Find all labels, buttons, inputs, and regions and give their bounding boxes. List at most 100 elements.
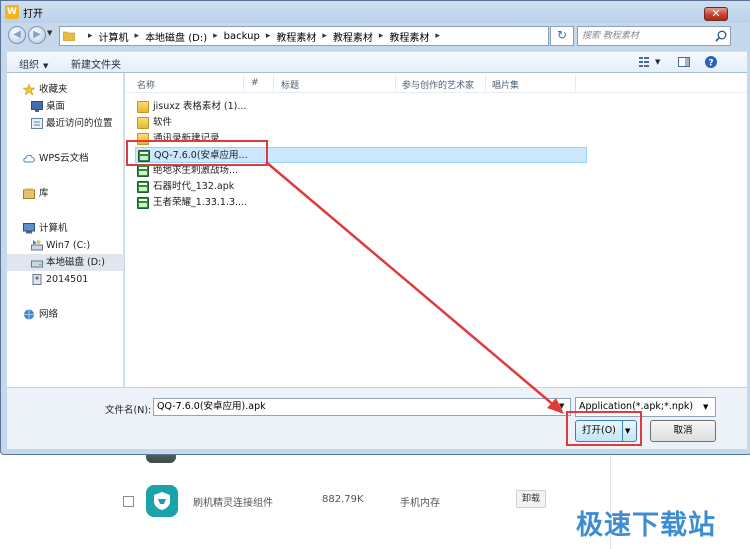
file-name: jisuxz 表格素材 (1)... — [153, 101, 247, 112]
filetype-select[interactable]: Application(*.apk;*.npk) ▼ — [575, 397, 716, 417]
breadcrumb-separator[interactable]: ▸ — [266, 31, 271, 41]
file-list-pane: 名称 # 标题 参与创作的艺术家 唱片集 jisuxz 表格素材 (1)... … — [125, 73, 747, 387]
column-artists[interactable]: 参与创作的艺术家 — [402, 78, 474, 91]
refresh-button[interactable]: ↻ — [550, 26, 574, 46]
dialog-title: 打开 — [23, 9, 43, 20]
row-checkbox[interactable] — [123, 496, 134, 507]
star-icon — [23, 84, 35, 95]
shield-app-icon — [146, 485, 178, 517]
title-bar[interactable]: W 打开 ✕ — [1, 1, 750, 23]
preview-pane-icon[interactable] — [677, 55, 691, 69]
file-name: 软件 — [153, 117, 173, 128]
filename-label: 文件名(N): — [105, 405, 152, 416]
nav-wps-cloud[interactable]: WPS云文档 — [7, 150, 124, 167]
apk-file-icon — [137, 165, 149, 177]
desktop-icon — [31, 101, 43, 112]
open-button[interactable]: 打开(O) ▼ — [575, 420, 637, 442]
help-icon[interactable]: ? — [704, 55, 718, 69]
nav-drive-d[interactable]: 本地磁盘 (D:) — [7, 254, 124, 271]
column-title[interactable]: 标题 — [281, 78, 299, 91]
column-divider[interactable] — [395, 75, 396, 91]
nav-drive-c[interactable]: Win7 (C:) — [7, 237, 124, 254]
breadcrumb: ▸ 计算机 ▸ 本地磁盘 (D:) ▸ backup ▸ 教程素材 ▸ 教程素材… — [82, 27, 446, 45]
uninstall-button[interactable]: 卸载 — [516, 490, 546, 508]
nav-drive-c-label: Win7 (C:) — [46, 240, 91, 251]
nav-recent-places[interactable]: 最近访问的位置 — [7, 115, 124, 132]
breadcrumb-tutorial-2[interactable]: 教程素材 — [333, 29, 373, 44]
breadcrumb-tutorial-3[interactable]: 教程素材 — [389, 29, 429, 44]
column-divider[interactable] — [243, 75, 244, 91]
column-divider[interactable] — [485, 75, 486, 91]
nav-libraries-label: 库 — [39, 188, 49, 199]
breadcrumb-backup[interactable]: backup — [224, 31, 260, 42]
folder-icon — [137, 117, 149, 129]
nav-network[interactable]: 网络 — [7, 306, 124, 323]
nav-network-label: 网络 — [39, 309, 59, 320]
app-size: 882.79K — [322, 494, 364, 505]
organize-menu[interactable]: 组织 ▼ — [19, 56, 48, 71]
breadcrumb-separator[interactable]: ▸ — [135, 31, 140, 41]
nav-computer[interactable]: 计算机 — [7, 220, 124, 237]
apk-file-icon — [138, 150, 150, 162]
column-number[interactable]: # — [251, 78, 259, 88]
file-name: 通讯录新建记录 — [153, 133, 220, 144]
search-icon[interactable] — [714, 29, 728, 43]
file-row-apk-selected[interactable]: QQ-7.6.0(安卓应用... — [135, 147, 587, 163]
search-input[interactable] — [582, 29, 710, 43]
breadcrumb-separator[interactable]: ▸ — [322, 31, 327, 41]
column-divider[interactable] — [273, 75, 274, 91]
column-headers: 名称 # 标题 参与创作的艺术家 唱片集 — [125, 73, 747, 93]
file-name: 石器时代_132.apk — [153, 181, 235, 192]
cloud-icon — [23, 154, 35, 163]
apk-file-icon — [137, 197, 149, 209]
site-watermark: 极速下载站 — [576, 510, 716, 541]
library-icon — [23, 188, 35, 199]
app-name: 刷机精灵连接组件 — [193, 498, 273, 509]
view-dropdown-caret[interactable]: ▼ — [655, 58, 660, 66]
view-options-icon[interactable] — [637, 55, 651, 69]
drive-c-icon — [31, 240, 43, 251]
filename-input[interactable]: QQ-7.6.0(安卓应用).apk — [153, 398, 571, 416]
chevron-down-icon: ▼ — [43, 62, 49, 70]
open-button-label: 打开(O) — [582, 425, 616, 436]
breadcrumb-separator[interactable]: ▸ — [435, 31, 440, 41]
back-button[interactable]: ◀ — [8, 26, 26, 44]
apk-file-icon — [137, 181, 149, 193]
network-icon — [24, 309, 34, 320]
nav-computer-label: 计算机 — [39, 223, 68, 234]
command-bar: 组织 ▼ 新建文件夹 ▼ ? — [7, 51, 747, 73]
nav-user-folder-label: 2014501 — [46, 274, 89, 285]
forward-button[interactable]: ▶ — [28, 26, 46, 44]
nav-favorites[interactable]: 收藏夹 — [7, 81, 124, 98]
cancel-button[interactable]: 取消 — [650, 420, 716, 442]
app-list-row: 刷机精灵连接组件 882.79K 手机内存 卸载 — [110, 474, 610, 530]
recent-pages-dropdown[interactable]: ▼ — [47, 29, 57, 41]
nav-drive-d-label: 本地磁盘 (D:) — [46, 257, 105, 268]
open-options-caret[interactable]: ▼ — [625, 421, 630, 441]
chevron-down-icon: ▼ — [703, 403, 709, 411]
folder-icon — [63, 31, 75, 41]
close-button[interactable]: ✕ — [704, 7, 728, 21]
breadcrumb-separator[interactable]: ▸ — [379, 31, 384, 41]
dialog-footer: 文件名(N): QQ-7.6.0(安卓应用).apk ▼ Application… — [7, 387, 747, 449]
breadcrumb-separator[interactable]: ▸ — [213, 31, 218, 41]
column-album[interactable]: 唱片集 — [492, 78, 519, 91]
breadcrumb-drive-d[interactable]: 本地磁盘 (D:) — [145, 29, 207, 44]
app-logo-icon: W — [5, 5, 19, 19]
recent-places-icon — [31, 118, 43, 129]
nav-desktop[interactable]: 桌面 — [7, 98, 124, 115]
column-name[interactable]: 名称 — [137, 78, 155, 91]
nav-wps-cloud-label: WPS云文档 — [39, 153, 89, 164]
breadcrumb-computer[interactable]: 计算机 — [99, 29, 129, 44]
breadcrumb-tutorial-1[interactable]: 教程素材 — [276, 29, 316, 44]
breadcrumb-separator[interactable]: ▸ — [88, 31, 93, 41]
address-bar[interactable]: ▸ 计算机 ▸ 本地磁盘 (D:) ▸ backup ▸ 教程素材 ▸ 教程素材… — [59, 26, 594, 46]
nav-libraries[interactable]: 库 — [7, 185, 124, 202]
nav-user-folder[interactable]: 2014501 — [7, 271, 124, 288]
app-location: 手机内存 — [400, 498, 440, 509]
nav-recent-places-label: 最近访问的位置 — [46, 118, 113, 129]
column-divider[interactable] — [575, 75, 576, 91]
new-folder-button[interactable]: 新建文件夹 — [71, 56, 121, 71]
filename-dropdown-caret[interactable]: ▼ — [559, 402, 564, 410]
search-box[interactable] — [577, 26, 731, 46]
